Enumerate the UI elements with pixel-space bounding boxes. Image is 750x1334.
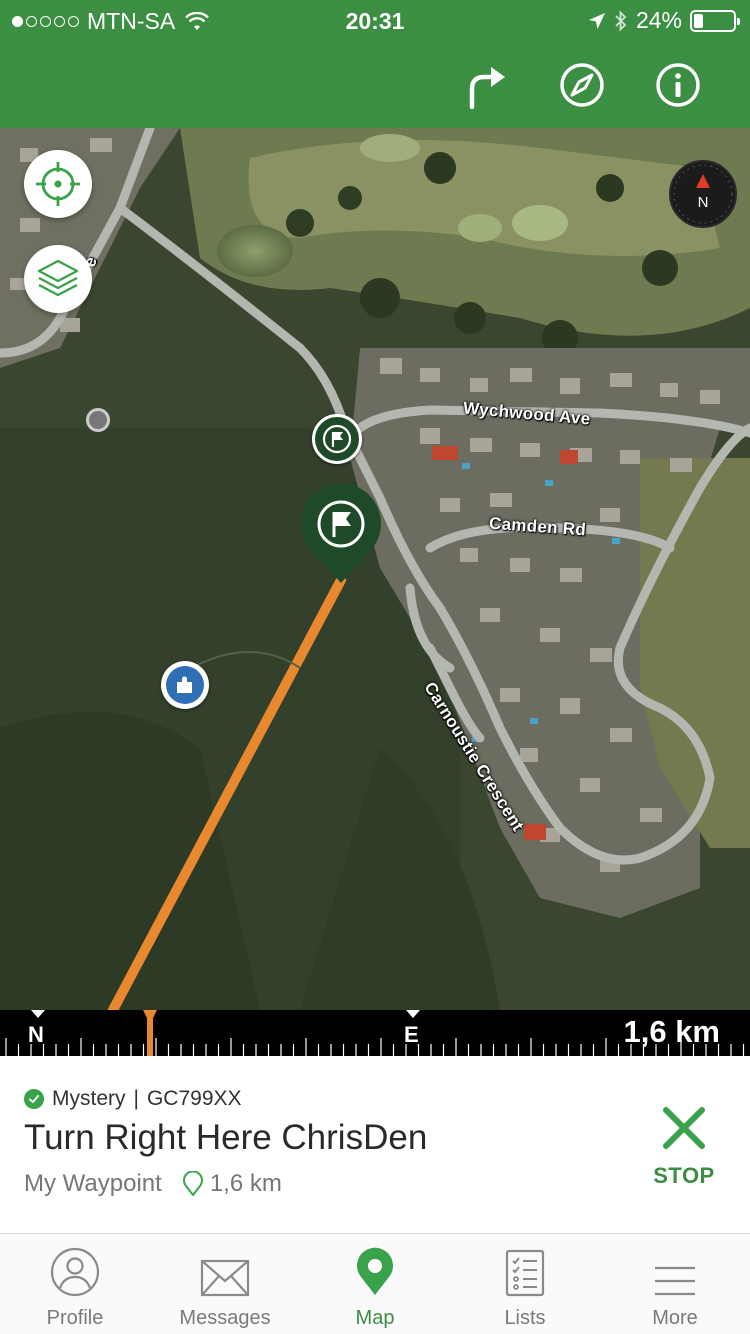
tab-messages[interactable]: Messages (150, 1235, 300, 1334)
tab-profile[interactable]: Profile (0, 1235, 150, 1334)
status-bar: MTN-SA 20:31 24% (0, 0, 750, 42)
location-arrow-icon (588, 12, 606, 30)
mystery-cache-marker[interactable] (161, 661, 209, 709)
close-icon (663, 1107, 705, 1149)
locate-me-button[interactable] (24, 150, 92, 218)
map-layers-button[interactable] (24, 245, 92, 313)
flag-pin-icon (301, 483, 381, 583)
heading-north: N (28, 1022, 44, 1047)
profile-icon (50, 1247, 100, 1297)
heading-distance: 1,6 km (623, 1014, 720, 1049)
tab-label-messages: Messages (179, 1307, 271, 1329)
tab-label-profile: Profile (46, 1307, 104, 1329)
top-header: MTN-SA 20:31 24% (0, 0, 750, 128)
cache-code: GC799XX (146, 1087, 242, 1110)
waypoint-label: My Waypoint (24, 1170, 162, 1197)
directions-icon (469, 67, 505, 109)
battery-percent: 24% (635, 7, 682, 33)
directions-button[interactable] (460, 60, 510, 110)
menu-icon (655, 1266, 695, 1296)
heading-strip: N E 1,6 km (0, 1010, 750, 1056)
puzzle-icon (166, 666, 204, 704)
tab-label-map: Map (355, 1307, 395, 1329)
tab-more[interactable]: More (600, 1235, 750, 1334)
found-check-icon (24, 1089, 44, 1109)
selected-waypoint-pin[interactable] (298, 483, 384, 585)
waypoint-distance-value: 1,6 km (209, 1170, 282, 1197)
checklist-icon (505, 1249, 545, 1297)
envelope-icon (200, 1259, 250, 1297)
waypoint-marker[interactable] (312, 414, 362, 464)
map-compass[interactable]: N (669, 160, 737, 228)
location-pin-icon (182, 1171, 203, 1196)
layers-icon (37, 259, 79, 297)
battery-icon (690, 9, 740, 32)
user-location-dot (86, 408, 110, 432)
tab-bar: Profile Messages Map Lists More (0, 1235, 750, 1334)
waypoint-distance: 1,6 km (182, 1170, 282, 1198)
heading-east: E (404, 1022, 419, 1047)
tab-lists[interactable]: Lists (450, 1235, 600, 1334)
tab-label-lists: Lists (504, 1307, 546, 1329)
east-tick-marker (406, 1010, 420, 1018)
tab-map[interactable]: Map (300, 1235, 450, 1334)
tab-label-more: More (652, 1307, 698, 1329)
stop-navigation-button[interactable]: STOP (640, 1104, 728, 1189)
bluetooth-icon (614, 9, 628, 32)
stop-label: STOP (653, 1163, 715, 1188)
cache-type: Mystery (52, 1087, 126, 1110)
cache-type-row: Mystery | GC799XX (24, 1087, 242, 1111)
compass-button[interactable] (557, 60, 607, 110)
flag-icon (322, 424, 352, 454)
battery-level (694, 13, 704, 28)
compass-label: N (697, 194, 709, 211)
cache-separator: | (133, 1087, 139, 1110)
north-tick-marker (31, 1010, 45, 1018)
waypoint-row: My Waypoint 1,6 km (24, 1170, 282, 1198)
map-pin-icon (357, 1247, 393, 1295)
compass-icon (560, 63, 604, 107)
info-button[interactable] (653, 60, 703, 110)
status-right: 24% (588, 7, 740, 34)
satellite-map[interactable]: Wychwood Ave Camden Rd Carnoustie Cresce… (0, 128, 750, 1010)
bearing-marker-icon (143, 1010, 157, 1060)
cache-title: Turn Right Here ChrisDen (24, 1118, 428, 1157)
info-icon (656, 63, 700, 107)
navigation-info-panel[interactable]: Mystery | GC799XX Turn Right Here ChrisD… (0, 1056, 750, 1234)
locate-icon (36, 162, 80, 206)
